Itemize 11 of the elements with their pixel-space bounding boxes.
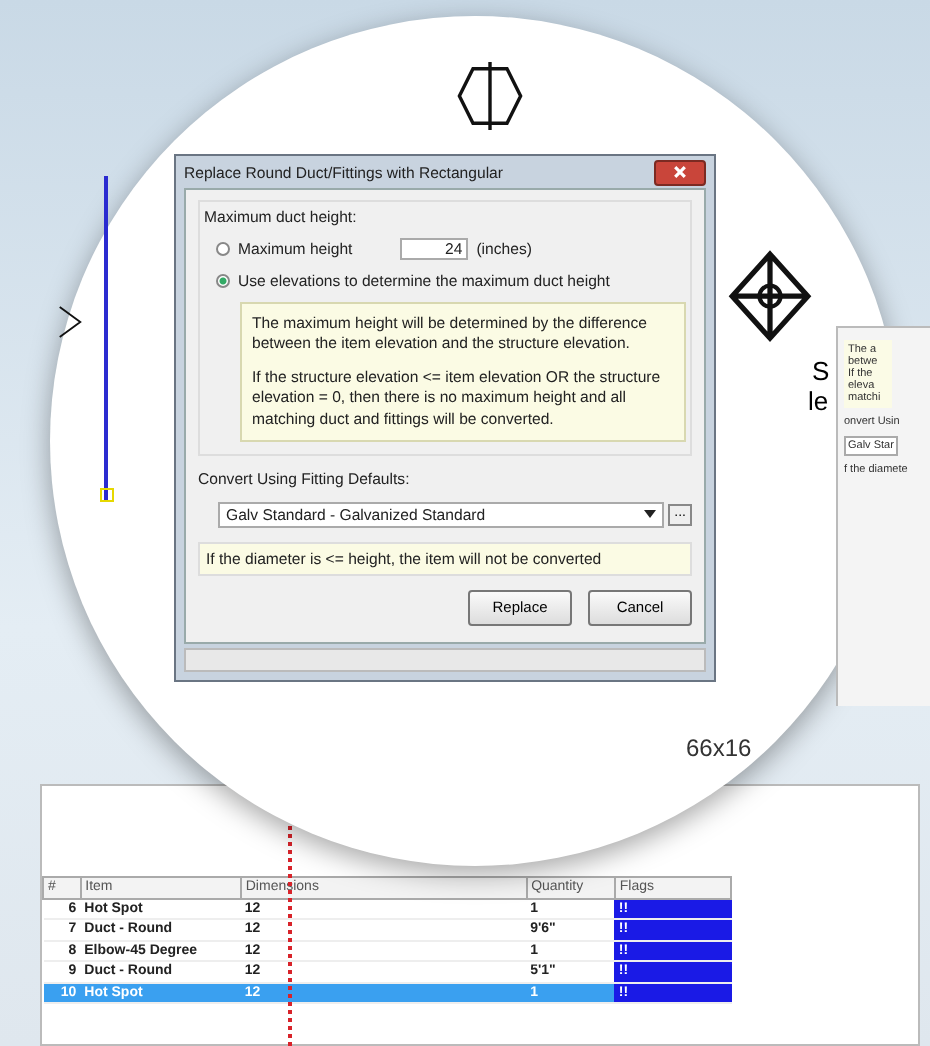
dimension-label: 66x16 bbox=[686, 734, 752, 762]
arrow-mark-icon bbox=[56, 300, 84, 344]
radio-button[interactable] bbox=[216, 242, 230, 256]
drawing-label: le bbox=[808, 386, 829, 416]
hexagon-symbol-icon bbox=[456, 56, 524, 136]
node-marker-icon bbox=[100, 488, 114, 502]
close-button[interactable] bbox=[654, 159, 706, 185]
caret-icon bbox=[644, 510, 657, 519]
drawing-label: S bbox=[812, 356, 830, 386]
close-icon bbox=[672, 164, 688, 180]
radio-button[interactable] bbox=[216, 274, 230, 288]
